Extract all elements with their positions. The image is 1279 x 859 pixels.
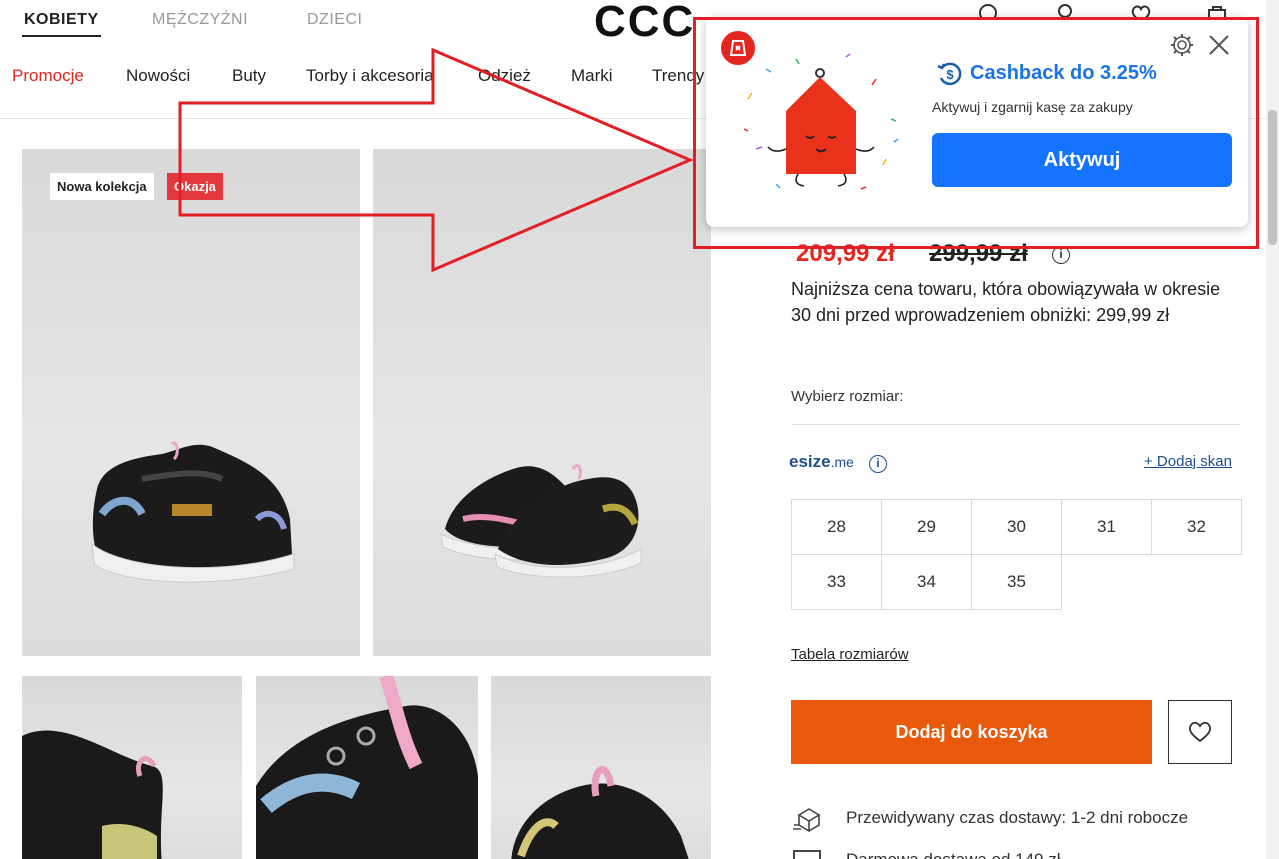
size-option[interactable]: 30 — [971, 499, 1062, 555]
ccc-logo[interactable]: CCC — [594, 0, 695, 44]
tab-women[interactable]: KOBIETY — [22, 11, 101, 37]
nav-clothing[interactable]: Odzież — [478, 66, 531, 86]
cashback-popup: $ Cashback do 3.25% Aktywuj i zgarnij ka… — [706, 17, 1248, 227]
free-delivery: Darmowa dostawa od 149 zł — [846, 850, 1061, 859]
shoe-closeup-image — [256, 676, 478, 859]
activate-button[interactable]: Aktywuj — [932, 133, 1232, 187]
size-option[interactable]: 35 — [971, 554, 1062, 610]
cashback-title: Cashback do 3.25% — [970, 62, 1157, 84]
size-option[interactable]: 28 — [791, 499, 882, 555]
size-option[interactable]: 32 — [1151, 499, 1242, 555]
add-to-cart-button[interactable]: Dodaj do koszyka — [791, 700, 1152, 764]
price-info-icon[interactable]: i — [1052, 246, 1070, 264]
product-page: KOBIETY MĘŻCZYŹNI DZIECI CCC Promocje No… — [0, 0, 1279, 859]
scrollbar-thumb[interactable] — [1268, 110, 1277, 245]
tab-kids[interactable]: DZIECI — [305, 11, 364, 29]
size-table-link[interactable]: Tabela rozmiarów — [791, 646, 909, 663]
cashback-icon: $ — [937, 62, 962, 86]
nav-bags-accessories[interactable]: Torby i akcesoria — [306, 66, 434, 86]
shoe-back-image — [511, 766, 689, 859]
badge-new-collection: Nowa kolekcja — [50, 173, 154, 200]
truck-icon — [793, 850, 821, 859]
gear-icon[interactable] — [1169, 32, 1195, 58]
nav-new[interactable]: Nowości — [126, 66, 190, 86]
product-image-pair[interactable] — [373, 149, 711, 656]
esize-logo: esize.me — [789, 452, 854, 472]
size-prompt: Wybierz rozmiar: — [791, 388, 904, 405]
price-current: 209,99 zł — [796, 240, 895, 267]
shoe-heel-image — [22, 730, 163, 859]
panel-divider — [791, 424, 1241, 425]
shopping-tag-illustration — [743, 53, 899, 190]
nav-promotions[interactable]: Promocje — [12, 66, 84, 86]
badge-sale: Okazja — [167, 173, 223, 200]
price-old: 299,99 zł — [929, 240, 1028, 267]
add-scan-link[interactable]: + Dodaj skan — [1144, 453, 1232, 470]
heart-icon — [1188, 721, 1212, 743]
delivery-box-icon — [793, 808, 821, 833]
size-option[interactable]: 33 — [791, 554, 882, 610]
shoe-side-image — [91, 441, 295, 583]
category-nav: Promocje Nowości Buty Torby i akcesoria … — [0, 62, 704, 94]
size-option[interactable]: 29 — [881, 499, 972, 555]
size-option[interactable]: 31 — [1061, 499, 1152, 555]
product-image-thumb-2[interactable] — [256, 676, 478, 859]
size-grid: 28 29 30 31 32 33 34 35 — [791, 499, 1243, 611]
cashback-subtitle: Aktywuj i zgarnij kasę za zakupy — [932, 99, 1133, 115]
close-icon[interactable] — [1206, 32, 1232, 58]
lowest-price-note: Najniższa cena towaru, która obowiązywał… — [791, 279, 1221, 325]
esize-info-icon[interactable]: i — [869, 455, 887, 473]
product-image-main[interactable] — [22, 149, 360, 656]
nav-trends[interactable]: Trendy — [652, 66, 704, 86]
esize-brand: esize — [789, 452, 831, 471]
delivery-time: Przewidywany czas dostawy: 1-2 dni roboc… — [846, 808, 1189, 827]
page-scrollbar[interactable] — [1266, 0, 1279, 859]
nav-brands[interactable]: Marki — [571, 66, 613, 86]
size-option[interactable]: 34 — [881, 554, 972, 610]
product-image-thumb-3[interactable] — [491, 676, 711, 859]
nav-shoes[interactable]: Buty — [232, 66, 266, 86]
extension-logo-icon — [721, 31, 755, 65]
wishlist-button[interactable] — [1168, 700, 1232, 764]
shoe-pair-image — [440, 464, 642, 578]
svg-text:$: $ — [946, 67, 954, 82]
tab-men[interactable]: MĘŻCZYŹNI — [150, 11, 250, 29]
esize-suffix: .me — [830, 454, 854, 470]
product-image-thumb-1[interactable] — [22, 676, 242, 859]
